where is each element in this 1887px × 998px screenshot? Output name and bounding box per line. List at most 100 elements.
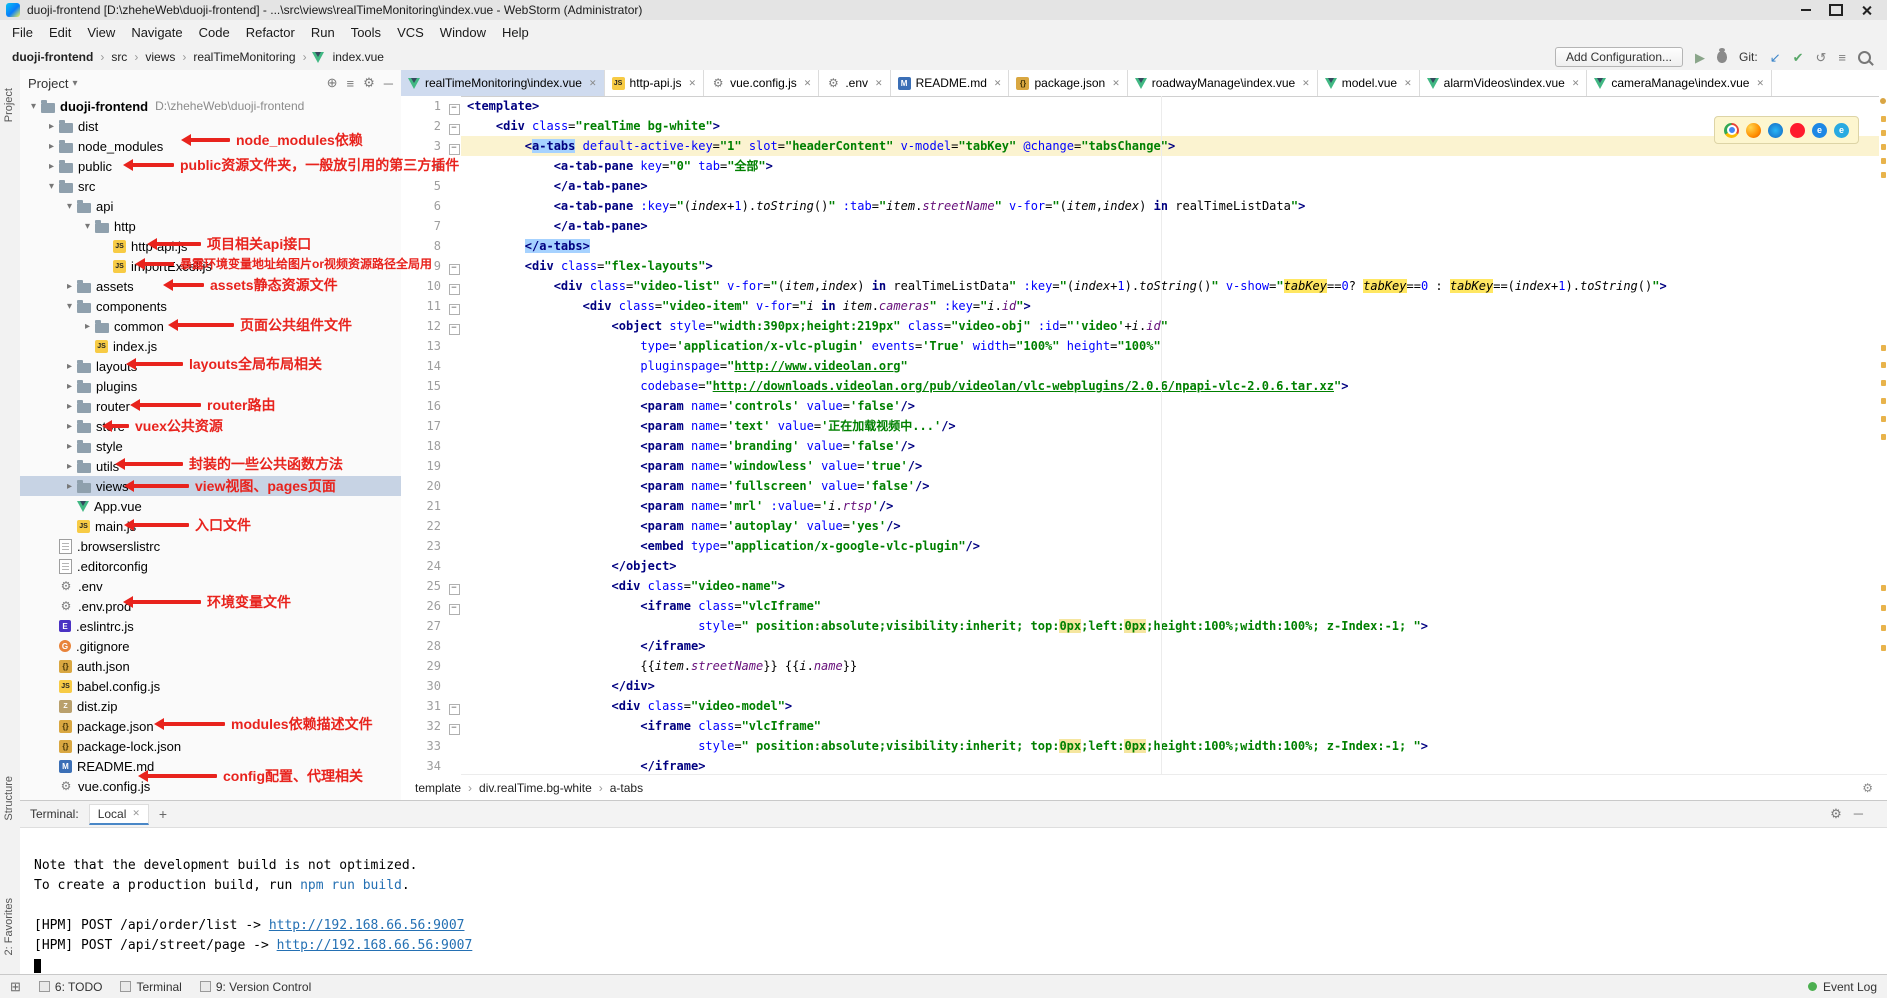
- chevron-down-icon[interactable]: ▾: [44, 181, 59, 192]
- tree-item-components[interactable]: ▾components: [20, 296, 401, 316]
- tree-item-index.js[interactable]: JSindex.js: [20, 336, 401, 356]
- editor-tab-roadwaymanage-index.vue[interactable]: roadwayManage\index.vue✕: [1128, 70, 1318, 96]
- tree-item-readme.md[interactable]: MREADME.md: [20, 756, 401, 776]
- editor-tab-model.vue[interactable]: model.vue✕: [1318, 70, 1420, 96]
- editor-breadcrumb-template[interactable]: template: [413, 781, 463, 795]
- git-rollback-icon[interactable]: ↺: [1816, 51, 1827, 64]
- chevron-right-icon[interactable]: ▸: [62, 361, 77, 372]
- run-icon[interactable]: ▶: [1695, 51, 1705, 64]
- close-button[interactable]: [1851, 0, 1881, 20]
- hide-panel-icon[interactable]: ─: [384, 76, 393, 91]
- tree-item-public[interactable]: ▸public: [20, 156, 401, 176]
- tree-item-babel.config.js[interactable]: JSbabel.config.js: [20, 676, 401, 696]
- hide-panel-icon[interactable]: ─: [1854, 806, 1863, 822]
- tree-item-utils[interactable]: ▸utils: [20, 456, 401, 476]
- tree-item-dist[interactable]: ▸dist: [20, 116, 401, 136]
- tree-item-.env.prod[interactable]: ⚙.env.prod: [20, 596, 401, 616]
- tree-item-.gitignore[interactable]: G.gitignore: [20, 636, 401, 656]
- tree-item-main.js[interactable]: JSmain.js: [20, 516, 401, 536]
- chevron-right-icon[interactable]: ▸: [62, 281, 77, 292]
- tree-item-node_modules[interactable]: ▸node_modules: [20, 136, 401, 156]
- opera-browser-icon[interactable]: [1790, 123, 1805, 138]
- editor-tab-http-api.js[interactable]: JShttp-api.js✕: [605, 70, 705, 96]
- add-configuration-button[interactable]: Add Configuration...: [1555, 47, 1683, 67]
- fold-marker-icon[interactable]: −: [447, 596, 461, 616]
- menu-help[interactable]: Help: [494, 23, 537, 42]
- firefox-browser-icon[interactable]: [1746, 123, 1761, 138]
- edge-browser-icon[interactable]: e: [1812, 123, 1827, 138]
- tree-item-layouts[interactable]: ▸layouts: [20, 356, 401, 376]
- editor-tab-cameramanage-index.vue[interactable]: cameraManage\index.vue✕: [1587, 70, 1772, 96]
- tree-item-app.vue[interactable]: App.vue: [20, 496, 401, 516]
- statusbar-9-version-control[interactable]: 9: Version Control: [200, 980, 311, 994]
- menu-navigate[interactable]: Navigate: [123, 23, 190, 42]
- editor-tab-package.json[interactable]: {}package.json✕: [1009, 70, 1127, 96]
- fold-marker-icon[interactable]: −: [447, 296, 461, 316]
- chevron-down-icon[interactable]: ▾: [26, 101, 41, 112]
- breadcrumb-item-views[interactable]: views: [143, 50, 177, 64]
- editor-breadcrumb-div.realtime.bg-white[interactable]: div.realTime.bg-white: [477, 781, 594, 795]
- event-log-button[interactable]: Event Log: [1808, 980, 1877, 994]
- tool-stripe-project[interactable]: Project: [3, 88, 15, 122]
- tree-item-plugins[interactable]: ▸plugins: [20, 376, 401, 396]
- editor-tab-.env[interactable]: ⚙.env✕: [819, 70, 890, 96]
- close-icon[interactable]: ✕: [1302, 78, 1310, 89]
- terminal-link[interactable]: http://192.168.66.56:9007: [277, 938, 473, 953]
- gear-icon[interactable]: ⚙: [1830, 806, 1842, 822]
- tree-item-duoji-frontend[interactable]: ▾duoji-frontendD:\zheheWeb\duoji-fronten…: [20, 96, 401, 116]
- chrome-browser-icon[interactable]: [1724, 123, 1739, 138]
- breadcrumb-item-realtimemonitoring[interactable]: realTimeMonitoring: [191, 50, 297, 64]
- close-icon[interactable]: ✕: [804, 78, 812, 89]
- tree-item-src[interactable]: ▾src: [20, 176, 401, 196]
- menu-tools[interactable]: Tools: [343, 23, 389, 42]
- minimize-button[interactable]: [1791, 0, 1821, 20]
- tool-window-switcher-icon[interactable]: ⊞: [10, 979, 21, 995]
- terminal-tab-local[interactable]: Local ✕: [89, 804, 149, 825]
- chevron-right-icon[interactable]: ▸: [80, 321, 95, 332]
- fold-marker-icon[interactable]: −: [447, 716, 461, 736]
- chevron-down-icon[interactable]: ▾: [62, 201, 77, 212]
- tree-item-.eslintrc.js[interactable]: E.eslintrc.js: [20, 616, 401, 636]
- code-editor[interactable]: 1−<template>2− <div class="realTime bg-w…: [401, 96, 1879, 775]
- breadcrumb-item-duoji-frontend[interactable]: duoji-frontend: [10, 50, 95, 64]
- new-terminal-icon[interactable]: +: [159, 806, 167, 822]
- tree-item-importexcel.js[interactable]: JSimportExcel.js: [20, 256, 401, 276]
- tree-item-api[interactable]: ▾api: [20, 196, 401, 216]
- tree-item-auth.json[interactable]: {}auth.json: [20, 656, 401, 676]
- close-icon[interactable]: ✕: [1112, 78, 1120, 89]
- chevron-right-icon[interactable]: ▸: [62, 481, 77, 492]
- chevron-down-icon[interactable]: ▾: [80, 221, 95, 232]
- chevron-right-icon[interactable]: ▸: [62, 461, 77, 472]
- chevron-right-icon[interactable]: ▸: [62, 421, 77, 432]
- editor-tab-vue.config.js[interactable]: ⚙vue.config.js✕: [704, 70, 819, 96]
- search-everywhere-icon[interactable]: [1858, 51, 1871, 64]
- gear-icon[interactable]: ⚙: [363, 75, 375, 91]
- menu-edit[interactable]: Edit: [41, 23, 79, 42]
- tree-item-views[interactable]: ▸views: [20, 476, 401, 496]
- menu-file[interactable]: File: [4, 23, 41, 42]
- chevron-down-icon[interactable]: ▾: [62, 301, 77, 312]
- tree-item-dist.zip[interactable]: Zdist.zip: [20, 696, 401, 716]
- chevron-right-icon[interactable]: ▸: [62, 441, 77, 452]
- fold-marker-icon[interactable]: −: [447, 696, 461, 716]
- menu-run[interactable]: Run: [303, 23, 343, 42]
- close-icon[interactable]: ✕: [875, 78, 883, 89]
- tree-item-vue.config.js[interactable]: ⚙vue.config.js: [20, 776, 401, 796]
- close-icon[interactable]: ✕: [589, 78, 597, 89]
- tree-item-.env[interactable]: ⚙.env: [20, 576, 401, 596]
- tree-item-http[interactable]: ▾http: [20, 216, 401, 236]
- fold-marker-icon[interactable]: −: [447, 136, 461, 156]
- statusbar-terminal[interactable]: Terminal: [120, 980, 181, 994]
- chevron-right-icon[interactable]: ▸: [44, 161, 59, 172]
- tool-stripe-favorites[interactable]: 2: Favorites: [3, 898, 15, 955]
- close-icon[interactable]: ✕: [1756, 78, 1764, 89]
- tree-item-package.json[interactable]: {}package.json: [20, 716, 401, 736]
- breadcrumb-item-index.vue[interactable]: index.vue: [331, 50, 386, 64]
- close-icon[interactable]: ✕: [994, 78, 1002, 89]
- tool-stripe-structure[interactable]: Structure: [3, 776, 15, 821]
- tree-item-style[interactable]: ▸style: [20, 436, 401, 456]
- chevron-right-icon[interactable]: ▸: [44, 141, 59, 152]
- chevron-down-icon[interactable]: ▾: [72, 78, 77, 89]
- git-commit-icon[interactable]: ✔: [1793, 51, 1804, 64]
- fold-marker-icon[interactable]: −: [447, 276, 461, 296]
